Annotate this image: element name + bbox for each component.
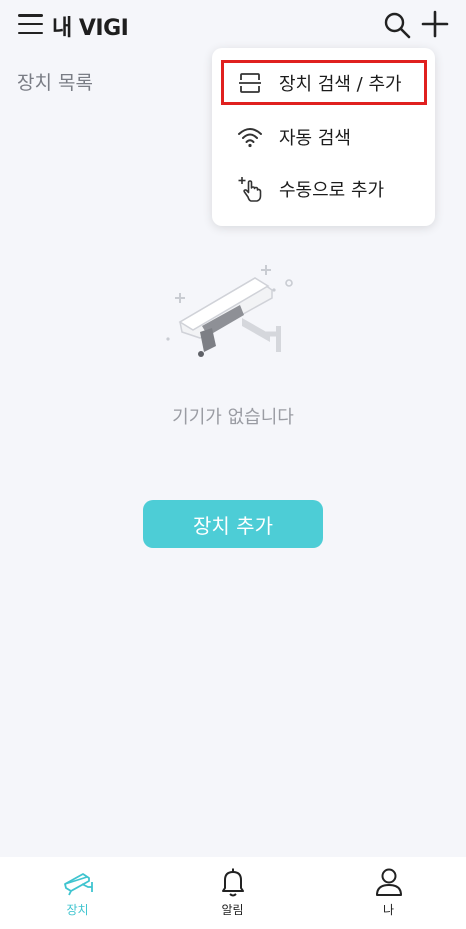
add-menu-dropdown: 장치 검색 / 추가 자동 검색 수동으로 추가 (212, 48, 435, 226)
menu-item-label: 수동으로 추가 (279, 180, 385, 201)
wifi-icon (238, 128, 262, 148)
add-device-button[interactable]: 장치 추가 (143, 500, 323, 548)
tab-me[interactable]: 나 (311, 857, 466, 929)
tab-label: 알림 (221, 903, 244, 917)
menu-item-scan-add[interactable]: 장치 검색 / 추가 (212, 58, 435, 108)
tab-label: 나 (382, 903, 395, 917)
menu-item-manual-add[interactable]: 수동으로 추가 (212, 164, 435, 214)
camera-icon (63, 873, 93, 896)
menu-item-label: 자동 검색 (279, 128, 351, 149)
menu-item-auto-search[interactable]: 자동 검색 (212, 112, 435, 162)
tap-add-icon (238, 177, 262, 202)
plus-icon[interactable] (421, 10, 449, 38)
menu-icon[interactable] (18, 14, 43, 34)
scan-icon (239, 73, 261, 93)
header: 내 VIGI (0, 0, 466, 50)
tab-label: 장치 (66, 903, 89, 917)
menu-item-label: 장치 검색 / 추가 (279, 74, 402, 95)
bell-icon (221, 868, 244, 897)
device-list-label: 장치 목록 (17, 72, 93, 94)
user-icon (375, 868, 402, 896)
camera-illustration (166, 265, 293, 357)
app-title: 내 VIGI (52, 16, 129, 41)
search-icon[interactable] (382, 10, 412, 40)
bottom-tab-bar: 장치 알림 나 (0, 857, 466, 929)
empty-state-message: 기기가 없습니다 (172, 407, 294, 428)
tab-alerts[interactable]: 알림 (155, 857, 310, 929)
tab-devices[interactable]: 장치 (0, 857, 155, 929)
